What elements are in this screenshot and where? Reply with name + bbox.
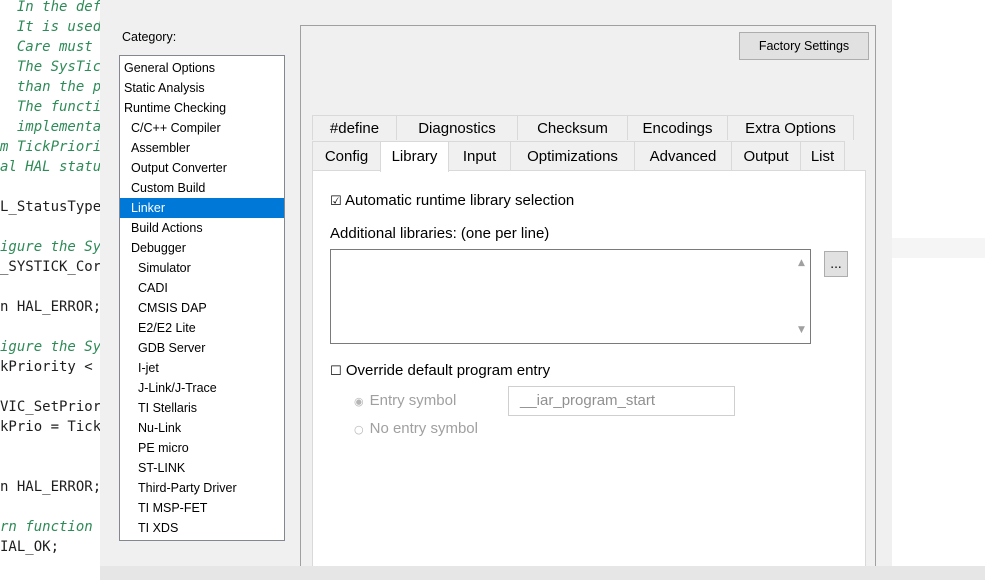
category-item-j-link-j-trace[interactable]: J-Link/J-Trace (120, 378, 284, 398)
entry-symbol-radio[interactable]: ◉ Entry symbol (354, 392, 456, 409)
browse-libraries-button[interactable]: ... (824, 251, 848, 277)
tab-output[interactable]: Output (731, 141, 801, 170)
factory-settings-button[interactable]: Factory Settings (739, 32, 869, 60)
category-label: Category: (122, 30, 177, 44)
category-list[interactable]: General Options Static Analysis Runtime Ch… (119, 55, 285, 541)
category-item-ti-msp-fet[interactable]: TI MSP-FET (120, 498, 284, 518)
category-item-i-jet[interactable]: I-jet (120, 358, 284, 378)
category-item-cadi[interactable]: CADI (120, 278, 284, 298)
code-line: VIC_SetPrior (0, 399, 100, 415)
tab-advanced[interactable]: Advanced (634, 141, 732, 170)
code-line: al HAL statu (0, 159, 100, 175)
tab-input[interactable]: Input (448, 141, 511, 170)
additional-libraries-textarea[interactable]: ▲ ▼ (330, 249, 811, 344)
code-line: L_StatusType (0, 199, 100, 215)
category-item-gdb-server[interactable]: GDB Server (120, 338, 284, 358)
code-line: In the defa (0, 0, 100, 15)
no-entry-symbol-radio[interactable]: ○ No entry symbol (354, 420, 478, 437)
code-line: The SysTick (0, 59, 100, 75)
entry-symbol-label: Entry symbol (369, 392, 457, 409)
category-item-linker[interactable]: Linker (120, 198, 284, 218)
checkbox-unchecked-icon: ☐ (330, 364, 342, 379)
code-line: IAL_OK; (0, 539, 60, 555)
code-editor-background: In the defa It is used Care must b The S… (0, 0, 100, 580)
category-item-output-converter[interactable]: Output Converter (120, 158, 284, 178)
bottom-scrollbar-strip (100, 566, 985, 580)
category-item-cmsis-dap[interactable]: CMSIS DAP (120, 298, 284, 318)
category-item-runtime-checking[interactable]: Runtime Checking (120, 98, 284, 118)
radio-unselected-icon: ○ (354, 423, 364, 436)
scroll-up-icon[interactable]: ▲ (797, 259, 806, 268)
category-item-general-options[interactable]: General Options (120, 58, 284, 78)
category-item-pe-micro[interactable]: PE micro (120, 438, 284, 458)
category-item-debugger[interactable]: Debugger (120, 238, 284, 258)
code-line: implementat (0, 119, 100, 135)
tab-config[interactable]: Config (312, 141, 381, 170)
code-line: kPrio = Tick (0, 419, 100, 435)
category-item-e2-e2-lite[interactable]: E2/E2 Lite (120, 318, 284, 338)
tab-checksum[interactable]: Checksum (517, 115, 628, 140)
checkbox-checked-icon: ☑ (330, 194, 342, 209)
category-item-custom-build[interactable]: Custom Build (120, 178, 284, 198)
code-line: rn function (0, 519, 93, 535)
category-item-st-link[interactable]: ST-LINK (120, 458, 284, 478)
tab-define[interactable]: #define (312, 115, 397, 140)
override-entry-label: Override default program entry (345, 362, 551, 379)
category-item-ti-xds[interactable]: TI XDS (120, 518, 284, 538)
category-item-assembler[interactable]: Assembler (120, 138, 284, 158)
auto-library-label: Automatic runtime library selection (345, 192, 575, 209)
code-line: n HAL_ERROR; (0, 479, 100, 495)
scroll-down-icon[interactable]: ▼ (797, 326, 806, 335)
code-line: igure the Sy (0, 239, 100, 255)
category-item-ti-stellaris[interactable]: TI Stellaris (120, 398, 284, 418)
no-entry-symbol-label: No entry symbol (369, 420, 478, 437)
textarea-scrollbar[interactable]: ▲ ▼ (793, 250, 810, 343)
code-line: n HAL_ERROR; (0, 299, 100, 315)
editor-highlight-band (892, 238, 985, 258)
category-item-build-actions[interactable]: Build Actions (120, 218, 284, 238)
category-item-static-analysis[interactable]: Static Analysis (120, 78, 284, 98)
code-line: m TickPriori (0, 139, 100, 155)
override-entry-checkbox[interactable]: ☐ Override default program entry (330, 362, 550, 379)
tab-diagnostics[interactable]: Diagnostics (396, 115, 518, 140)
background-editor-right (892, 0, 985, 580)
tab-list[interactable]: List (800, 141, 845, 170)
tab-extra-options[interactable]: Extra Options (727, 115, 854, 140)
tab-optimizations[interactable]: Optimizations (510, 141, 635, 170)
auto-library-checkbox[interactable]: ☑ Automatic runtime library selection (330, 192, 574, 209)
category-item-third-party-driver[interactable]: Third-Party Driver (120, 478, 284, 498)
radio-selected-icon: ◉ (354, 395, 364, 408)
tab-encodings[interactable]: Encodings (627, 115, 728, 140)
tab-library[interactable]: Library (380, 141, 449, 172)
code-line: than the pe (0, 79, 100, 95)
category-item-c-c-compiler[interactable]: C/C++ Compiler (120, 118, 284, 138)
code-line: It is used (0, 19, 100, 35)
category-item-nu-link[interactable]: Nu-Link (120, 418, 284, 438)
code-line: igure the Sy (0, 339, 100, 355)
code-line: kPriority < (0, 359, 93, 375)
entry-symbol-input[interactable]: __iar_program_start (508, 386, 735, 416)
category-item-simulator[interactable]: Simulator (120, 258, 284, 278)
code-line: _SYSTICK_Cor (0, 259, 100, 275)
code-line: The functic (0, 99, 100, 115)
code-line: Care must b (0, 39, 100, 55)
additional-libraries-label: Additional libraries: (one per line) (330, 225, 550, 242)
